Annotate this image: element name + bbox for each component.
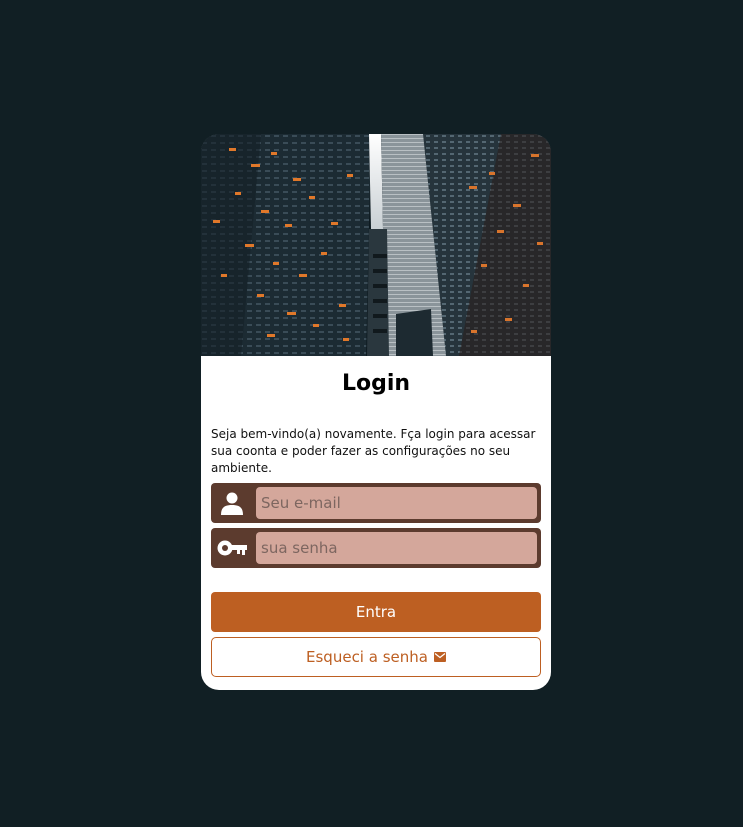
- email-field-group: [211, 483, 541, 523]
- skyscrapers-photo: [201, 134, 551, 356]
- welcome-text: Seja bem-vindo(a) novamente. Fça login p…: [211, 427, 536, 475]
- user-icon: [211, 483, 253, 523]
- login-card: Login Seja bem-vindo(a) novamente. Fça l…: [201, 134, 551, 690]
- email-input[interactable]: [256, 487, 537, 519]
- page-title: Login: [341, 371, 411, 396]
- submit-button[interactable]: Entra: [211, 592, 541, 632]
- key-icon: [211, 528, 253, 568]
- password-field-group: [211, 528, 541, 568]
- envelope-icon: [433, 648, 446, 666]
- forgot-password-button[interactable]: Esqueci a senha: [211, 637, 541, 677]
- password-input[interactable]: [256, 532, 537, 564]
- forgot-password-label: Esqueci a senha: [306, 648, 428, 666]
